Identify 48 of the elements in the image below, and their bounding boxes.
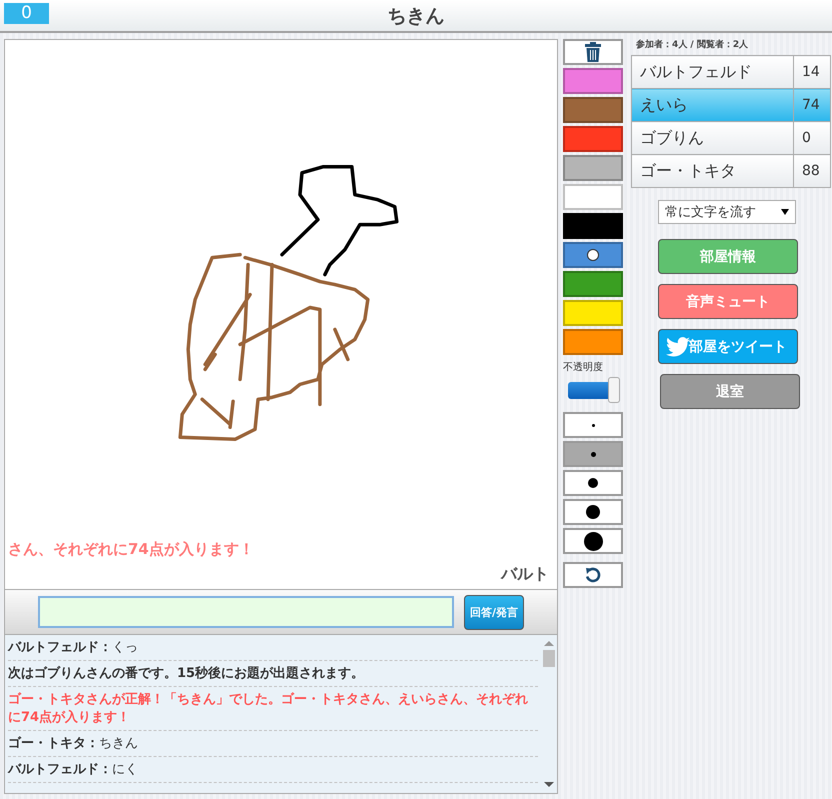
- participant-counts: 参加者：4人 / 閲覧者：2人: [636, 38, 748, 51]
- system-message: ゴー・トキタさんが正解！「ちきん」でした。ゴー・トキタさん、えいらさん、それぞれに74点が入ります！: [8, 691, 529, 727]
- color-swatch[interactable]: [563, 184, 623, 210]
- room-button[interactable]: 退室: [660, 374, 800, 409]
- brush-size-button[interactable]: [563, 499, 623, 525]
- clear-button[interactable]: [563, 39, 623, 65]
- color-swatch[interactable]: [563, 68, 623, 94]
- room-button[interactable]: 部屋をツイート: [658, 329, 798, 364]
- player-name: バルトフェルド: [632, 56, 794, 88]
- player-score: 74: [794, 88, 830, 122]
- chat-message: ゴー・トキタ：ちきん: [8, 735, 139, 753]
- color-swatch[interactable]: [563, 126, 623, 152]
- brush-size-button[interactable]: [563, 470, 623, 496]
- bird-icon: [666, 337, 690, 357]
- room-button[interactable]: 部屋情報: [658, 239, 798, 274]
- player-score: 14: [794, 56, 830, 88]
- opacity-label: 不透明度: [563, 360, 604, 374]
- room-button[interactable]: 音声ミュート: [658, 284, 798, 319]
- color-swatch[interactable]: [563, 155, 623, 181]
- color-swatch[interactable]: [563, 213, 623, 239]
- player-name: えいら: [632, 88, 794, 122]
- color-swatch[interactable]: [563, 300, 623, 326]
- brush-size-button[interactable]: [563, 528, 623, 554]
- player-score: 0: [794, 122, 830, 154]
- color-swatch[interactable]: [563, 242, 623, 268]
- scroll-down-icon[interactable]: [544, 782, 554, 787]
- scroll-thumb[interactable]: [543, 650, 555, 667]
- color-swatch[interactable]: [563, 329, 623, 355]
- flow-mode-select[interactable]: 常に文字を流す: [658, 200, 796, 224]
- player-score: 88: [794, 154, 830, 188]
- answer-input[interactable]: [38, 596, 454, 628]
- flowing-message: さん、それぞれに74点が入ります！: [8, 540, 254, 559]
- system-message: 次はゴブりんさんの番です。15秒後にお題が出題されます。: [8, 665, 366, 683]
- color-swatch[interactable]: [563, 271, 623, 297]
- color-swatch[interactable]: [563, 97, 623, 123]
- player-name: ゴー・トキタ: [632, 154, 794, 188]
- flowing-message: バルト: [501, 564, 549, 585]
- chat-message: バルトフェルド：にく: [8, 761, 139, 779]
- chat-message: バルトフェルド：くっ: [8, 639, 139, 657]
- trash-icon: [585, 42, 601, 62]
- player-name: ゴブりん: [632, 122, 794, 154]
- opacity-slider[interactable]: [568, 377, 620, 403]
- undo-icon: [585, 567, 601, 583]
- answer-button[interactable]: 回答/発言: [464, 594, 524, 630]
- undo-button[interactable]: [563, 562, 623, 588]
- score-badge: 0: [4, 3, 49, 24]
- room-title: ちきん: [388, 4, 444, 28]
- drawing-canvas[interactable]: さん、それぞれに74点が入ります！ バルト: [5, 40, 557, 590]
